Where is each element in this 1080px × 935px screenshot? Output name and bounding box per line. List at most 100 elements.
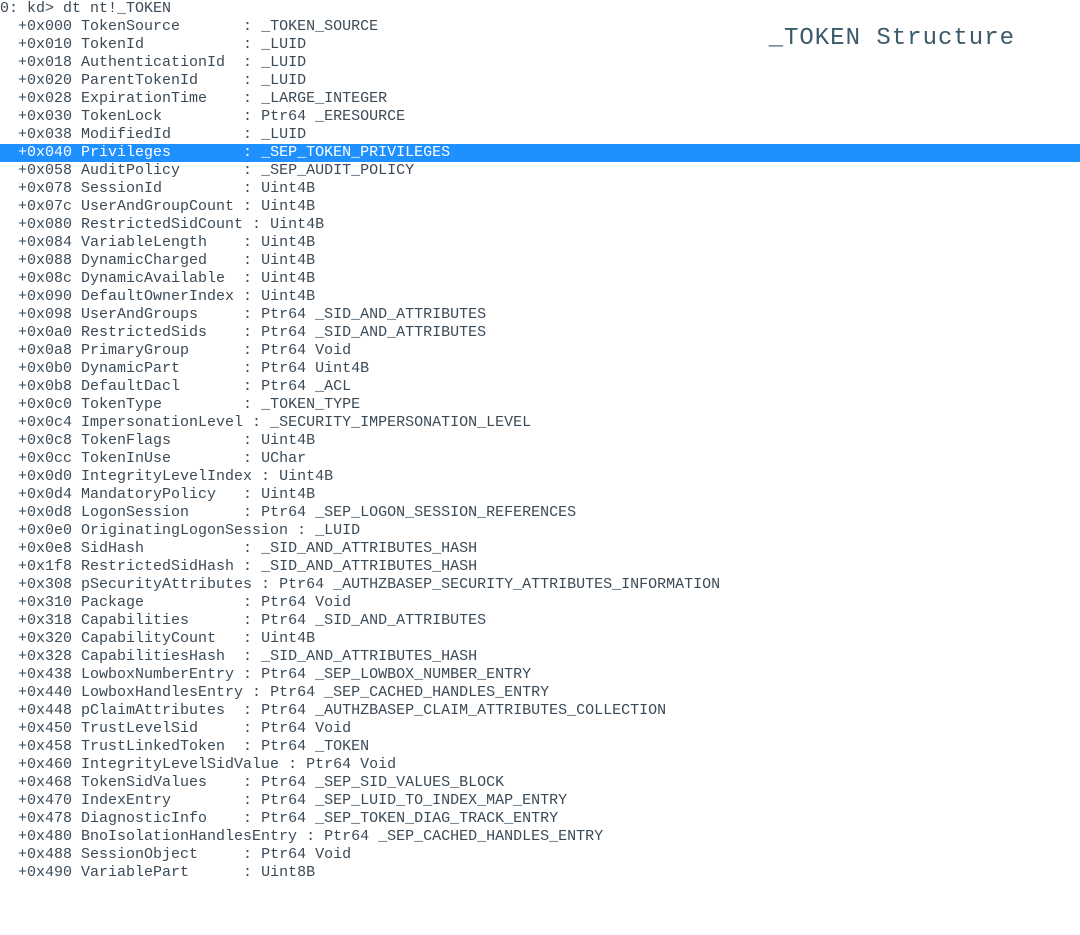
field-offset: +0x010 xyxy=(0,36,81,54)
field-name: MandatoryPolicy xyxy=(81,486,234,504)
field-offset: +0x318 xyxy=(0,612,81,630)
field-separator: : xyxy=(234,252,261,270)
field-row: +0x490 VariablePart : Uint8B xyxy=(0,864,1080,882)
field-row: +0x458 TrustLinkedToken : Ptr64 _TOKEN xyxy=(0,738,1080,756)
field-name: Privileges xyxy=(81,144,234,162)
field-type: Ptr64 Void xyxy=(261,846,351,864)
field-name: RestrictedSids xyxy=(81,324,234,342)
field-offset: +0x0a0 xyxy=(0,324,81,342)
field-type: _LARGE_INTEGER xyxy=(261,90,387,108)
field-type: Uint4B xyxy=(279,468,333,486)
field-separator: : xyxy=(252,576,279,594)
field-separator: : xyxy=(234,504,261,522)
field-row: +0x318 Capabilities : Ptr64 _SID_AND_ATT… xyxy=(0,612,1080,630)
field-name: VariableLength xyxy=(81,234,234,252)
field-type: Ptr64 _ERESOURCE xyxy=(261,108,405,126)
field-offset: +0x000 xyxy=(0,18,81,36)
field-offset: +0x0d4 xyxy=(0,486,81,504)
field-offset: +0x438 xyxy=(0,666,81,684)
field-type: Ptr64 _SEP_SID_VALUES_BLOCK xyxy=(261,774,504,792)
field-offset: +0x0e8 xyxy=(0,540,81,558)
field-row: +0x448 pClaimAttributes : Ptr64 _AUTHZBA… xyxy=(0,702,1080,720)
field-row: +0x080 RestrictedSidCount : Uint4B xyxy=(0,216,1080,234)
field-row: +0x470 IndexEntry : Ptr64 _SEP_LUID_TO_I… xyxy=(0,792,1080,810)
field-name: TokenSource xyxy=(81,18,234,36)
field-name: pClaimAttributes xyxy=(81,702,234,720)
field-name: Capabilities xyxy=(81,612,234,630)
field-name: DiagnosticInfo xyxy=(81,810,234,828)
field-row: +0x0c8 TokenFlags : Uint4B xyxy=(0,432,1080,450)
field-row: +0x030 TokenLock : Ptr64 _ERESOURCE xyxy=(0,108,1080,126)
field-type: Uint4B xyxy=(261,270,315,288)
field-name: TokenId xyxy=(81,36,234,54)
highlighted-field-row: +0x040 Privileges : _SEP_TOKEN_PRIVILEGE… xyxy=(0,144,1080,162)
field-row: +0x088 DynamicCharged : Uint4B xyxy=(0,252,1080,270)
field-separator: : xyxy=(234,72,261,90)
field-name: TrustLinkedToken xyxy=(81,738,234,756)
field-separator: : xyxy=(234,864,261,882)
field-name: SidHash xyxy=(81,540,234,558)
field-row: +0x0c0 TokenType : _TOKEN_TYPE xyxy=(0,396,1080,414)
field-row: +0x450 TrustLevelSid : Ptr64 Void xyxy=(0,720,1080,738)
field-row: +0x320 CapabilityCount : Uint4B xyxy=(0,630,1080,648)
field-offset: +0x0c4 xyxy=(0,414,81,432)
field-offset: +0x0b8 xyxy=(0,378,81,396)
field-name: TokenFlags xyxy=(81,432,234,450)
field-offset: +0x468 xyxy=(0,774,81,792)
field-separator: : xyxy=(234,198,261,216)
field-type: Ptr64 _SID_AND_ATTRIBUTES xyxy=(261,306,486,324)
field-separator: : xyxy=(234,378,261,396)
field-name: RestrictedSidCount xyxy=(81,216,243,234)
field-separator: : xyxy=(234,324,261,342)
field-offset: +0x480 xyxy=(0,828,81,846)
field-name: UserAndGroups xyxy=(81,306,234,324)
field-offset: +0x020 xyxy=(0,72,81,90)
field-separator: : xyxy=(234,486,261,504)
field-offset: +0x0c8 xyxy=(0,432,81,450)
field-name: TokenInUse xyxy=(81,450,234,468)
field-offset: +0x084 xyxy=(0,234,81,252)
field-offset: +0x0d8 xyxy=(0,504,81,522)
field-type: Ptr64 _AUTHZBASEP_SECURITY_ATTRIBUTES_IN… xyxy=(279,576,720,594)
field-type: _LUID xyxy=(261,36,306,54)
field-name: DynamicAvailable xyxy=(81,270,234,288)
field-name: LowboxNumberEntry xyxy=(81,666,234,684)
field-row: +0x0a8 PrimaryGroup : Ptr64 Void xyxy=(0,342,1080,360)
field-offset: +0x088 xyxy=(0,252,81,270)
field-row: +0x0a0 RestrictedSids : Ptr64 _SID_AND_A… xyxy=(0,324,1080,342)
field-offset: +0x458 xyxy=(0,738,81,756)
field-name: DynamicPart xyxy=(81,360,234,378)
field-type: Uint4B xyxy=(270,216,324,234)
field-separator: : xyxy=(234,630,261,648)
field-offset: +0x090 xyxy=(0,288,81,306)
field-offset: +0x490 xyxy=(0,864,81,882)
field-row: +0x0e0 OriginatingLogonSession : _LUID xyxy=(0,522,1080,540)
field-name: BnoIsolationHandlesEntry xyxy=(81,828,297,846)
field-separator: : xyxy=(288,522,315,540)
field-offset: +0x460 xyxy=(0,756,81,774)
field-name: IntegrityLevelIndex xyxy=(81,468,252,486)
field-name: UserAndGroupCount xyxy=(81,198,234,216)
field-separator: : xyxy=(234,702,261,720)
field-row: +0x478 DiagnosticInfo : Ptr64 _SEP_TOKEN… xyxy=(0,810,1080,828)
field-separator: : xyxy=(279,756,306,774)
field-type: _TOKEN_SOURCE xyxy=(261,18,378,36)
field-type: _LUID xyxy=(261,72,306,90)
field-type: Ptr64 _SEP_LOGON_SESSION_REFERENCES xyxy=(261,504,576,522)
field-type: Ptr64 _SEP_LUID_TO_INDEX_MAP_ENTRY xyxy=(261,792,567,810)
field-offset: +0x038 xyxy=(0,126,81,144)
field-separator: : xyxy=(234,360,261,378)
field-name: SessionId xyxy=(81,180,234,198)
field-separator: : xyxy=(234,792,261,810)
field-type: Uint4B xyxy=(261,234,315,252)
field-row: +0x488 SessionObject : Ptr64 Void xyxy=(0,846,1080,864)
field-name: IndexEntry xyxy=(81,792,234,810)
field-type: _SECURITY_IMPERSONATION_LEVEL xyxy=(270,414,531,432)
field-separator: : xyxy=(234,648,261,666)
field-row: +0x0d4 MandatoryPolicy : Uint4B xyxy=(0,486,1080,504)
field-separator: : xyxy=(234,666,261,684)
field-name: TrustLevelSid xyxy=(81,720,234,738)
field-separator: : xyxy=(243,414,270,432)
field-separator: : xyxy=(234,234,261,252)
field-name: ImpersonationLevel xyxy=(81,414,243,432)
